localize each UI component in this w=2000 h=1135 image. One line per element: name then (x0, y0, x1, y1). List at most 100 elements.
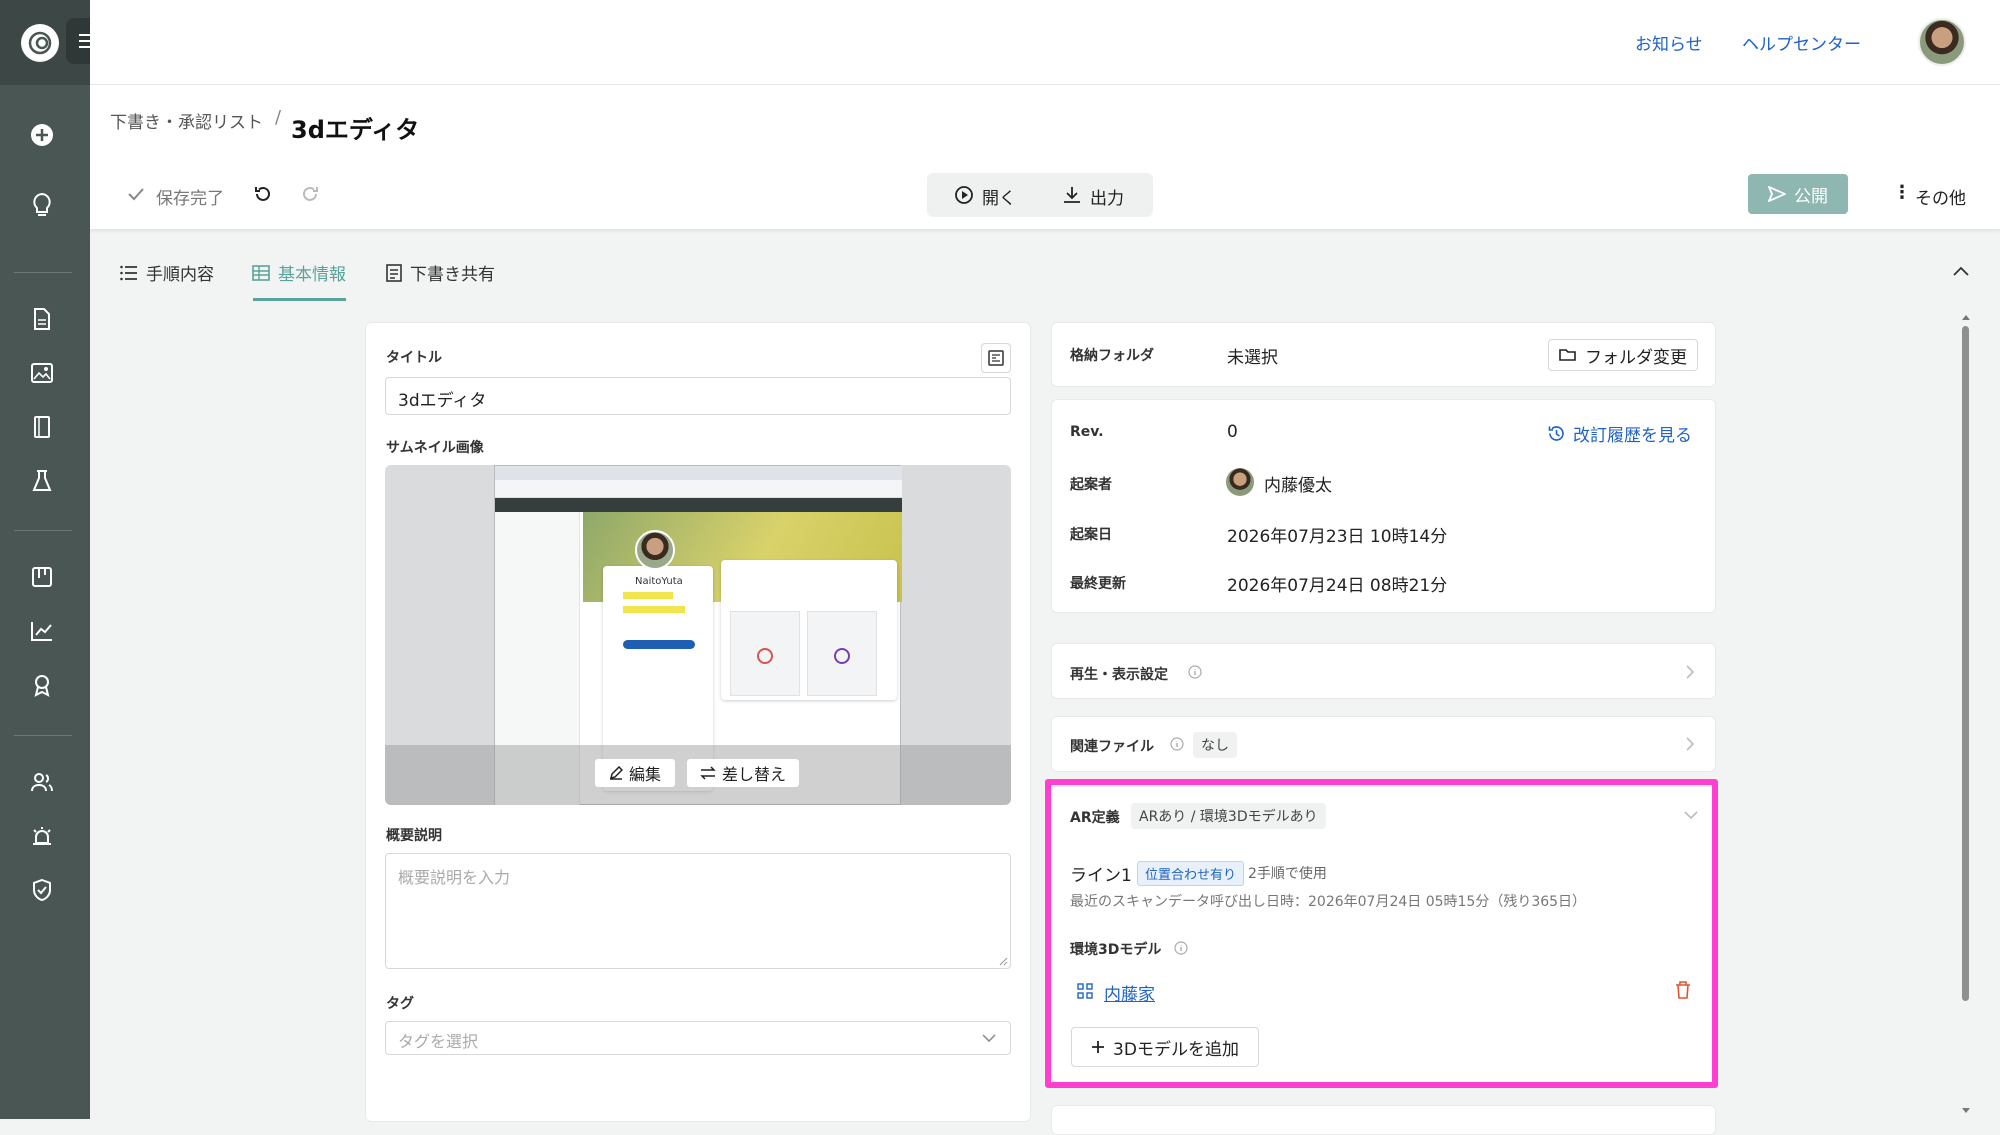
title-input[interactable]: 3dエディタ (385, 377, 1011, 415)
browser-tabs-bar (495, 466, 902, 480)
tab-steps[interactable]: 手順内容 (120, 260, 214, 285)
chevron-down-icon (982, 1034, 996, 1042)
related-files-badge: なし (1193, 732, 1237, 758)
table-icon (252, 264, 270, 281)
author-label: 起案者 (1070, 477, 1112, 493)
breadcrumb: 下書き・承認リスト / 3dエディタ (90, 85, 2000, 160)
thumbnail-replace-button[interactable]: 差し替え (687, 759, 799, 787)
list-icon (120, 265, 137, 280)
breadcrumb-parent-link[interactable]: 下書き・承認リスト (110, 108, 263, 133)
tag-label: タグ (386, 996, 414, 1012)
profile-avatar (635, 530, 675, 570)
page-scrollbar[interactable] (1959, 312, 1973, 1119)
onenote-file-icon (834, 648, 850, 664)
sidebar-images-button[interactable] (25, 356, 59, 390)
top-header: お知らせ ヘルプセンター (90, 0, 2000, 85)
thumbnail-profile-name: NaitoYuta (635, 576, 683, 587)
save-status: 保存完了 (156, 189, 224, 209)
revision-info-card: Rev. 0 改訂履歴を見る 起案者 内藤優太 起案日 2026年07月23日 … (1051, 399, 1716, 613)
sidebar-users-button[interactable] (25, 765, 59, 799)
undo-icon[interactable] (254, 185, 272, 203)
title-label: タイトル (386, 350, 442, 366)
title-input-value: 3dエディタ (398, 391, 487, 411)
image-icon (31, 363, 53, 383)
template-icon-button[interactable] (981, 343, 1011, 373)
author-value: 内藤優太 (1264, 476, 1332, 496)
sidebar-analytics-button[interactable] (25, 614, 59, 648)
folder-value: 未選択 (1227, 348, 1278, 368)
sidebar-lab-button[interactable] (25, 464, 59, 498)
board-icon (32, 567, 52, 587)
thumbnail-edit-button[interactable]: 編集 (595, 759, 675, 787)
scroll-down-arrow-icon[interactable] (1962, 1108, 1970, 1114)
sidebar-documents-button[interactable] (25, 302, 59, 336)
document-share-icon (386, 263, 402, 282)
send-icon (1768, 186, 1786, 202)
more-dots-icon[interactable]: ⋮ (1893, 182, 1911, 203)
open-button[interactable]: 開く (982, 184, 1016, 209)
revision-history-link[interactable]: 改訂履歴を見る (1548, 421, 1692, 446)
next-section-card (1051, 1105, 1716, 1135)
sidebar-badge-button[interactable] (25, 668, 59, 702)
user-avatar[interactable] (1918, 18, 1966, 66)
tag-select[interactable]: タグを選択 (385, 1021, 1011, 1055)
tab-steps-label: 手順内容 (146, 265, 214, 285)
highlight-annotation-box (1045, 779, 1718, 1088)
collapse-chevron-icon[interactable] (1953, 266, 1969, 276)
breadcrumb-separator: / (275, 107, 282, 128)
sidebar-manual-button[interactable] (25, 410, 59, 444)
check-icon (128, 188, 144, 201)
page-title: 3dエディタ (291, 116, 420, 144)
description-textarea[interactable]: 概要説明を入力 (385, 853, 1011, 969)
scrollbar-thumb[interactable] (1962, 326, 1969, 1001)
publish-label: 公開 (1794, 186, 1828, 207)
thumbnail-replace-label: 差し替え (721, 765, 786, 784)
tab-draft-share-label: 下書き共有 (410, 265, 495, 285)
profile-phone-highlight (623, 606, 685, 613)
tab-basic-info-label: 基本情報 (278, 265, 346, 285)
updated-label: 最終更新 (1070, 576, 1126, 592)
app-logo[interactable] (21, 24, 59, 62)
export-button[interactable]: 出力 (1090, 184, 1124, 209)
updated-value: 2026年07月24日 08時21分 (1227, 576, 1448, 596)
sidebar-divider (14, 735, 72, 736)
sidebar-security-button[interactable] (25, 873, 59, 907)
folder-label: 格納フォルダ (1070, 348, 1154, 364)
sidebar-divider (14, 530, 72, 531)
sidebar-board-button[interactable] (25, 560, 59, 594)
profile-edit-pill (623, 640, 695, 649)
change-folder-button[interactable]: フォルダ変更 (1548, 339, 1698, 371)
playback-settings-row[interactable]: 再生・表示設定 (1051, 643, 1716, 699)
profile-email-highlight (623, 592, 673, 599)
pencil-icon (609, 766, 623, 780)
tab-bar: 手順内容 基本情報 下書き共有 (90, 232, 2000, 304)
description-label: 概要説明 (386, 828, 442, 844)
sidebar-divider (14, 272, 72, 273)
resize-handle-icon[interactable] (999, 957, 1008, 966)
related-files-row[interactable]: 関連ファイル なし (1051, 716, 1716, 772)
shield-icon (33, 879, 51, 901)
redo-icon[interactable] (301, 185, 319, 203)
play-circle-icon (955, 186, 973, 204)
active-tab-indicator (253, 298, 346, 301)
more-button[interactable]: その他 (1915, 184, 1966, 209)
publish-button[interactable]: 公開 (1748, 174, 1848, 214)
chevron-right-icon (1686, 737, 1694, 751)
help-center-link[interactable]: ヘルプセンター (1742, 30, 1861, 55)
sidebar-alerts-button[interactable] (25, 819, 59, 853)
tab-draft-share[interactable]: 下書き共有 (386, 260, 495, 285)
tag-placeholder: タグを選択 (398, 1032, 479, 1051)
revision-history-label: 改訂履歴を見る (1573, 426, 1692, 446)
change-folder-label: フォルダ変更 (1585, 347, 1687, 368)
sidebar-ideas-button[interactable] (25, 188, 59, 222)
news-link[interactable]: お知らせ (1635, 30, 1703, 55)
chevron-right-icon (1686, 665, 1694, 679)
tab-basic-info[interactable]: 基本情報 (252, 260, 346, 285)
swap-icon (700, 766, 716, 780)
plus-circle-icon (31, 124, 53, 146)
scroll-up-arrow-icon[interactable] (1962, 314, 1970, 320)
playback-label: 再生・表示設定 (1070, 667, 1168, 683)
browser-address-bar (495, 480, 902, 498)
sidebar-add-button[interactable] (25, 118, 59, 152)
created-label: 起案日 (1070, 527, 1112, 543)
